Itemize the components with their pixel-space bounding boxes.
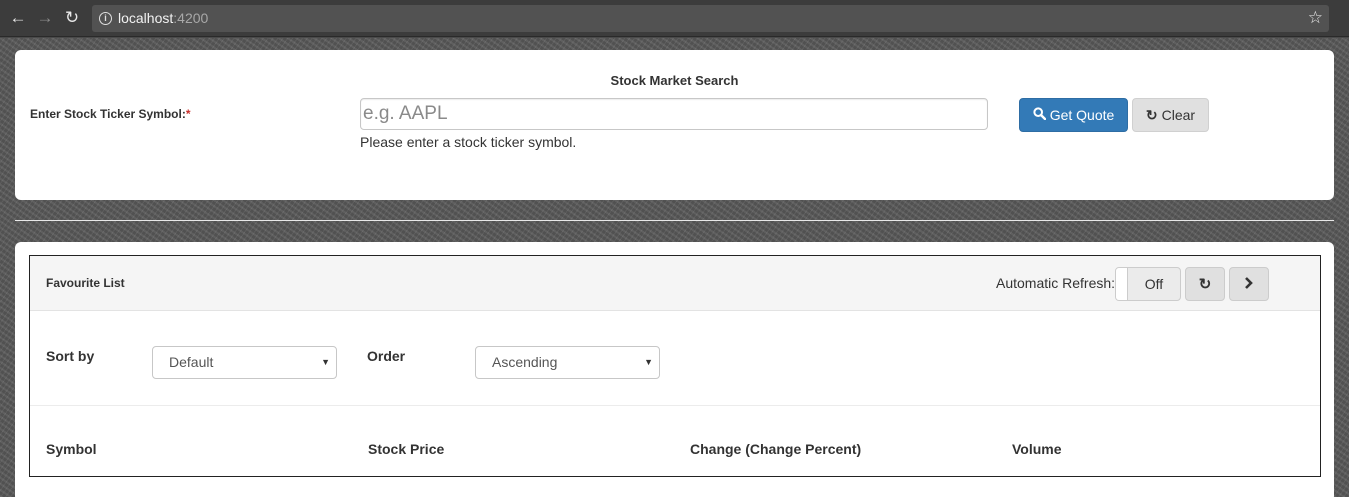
info-icon[interactable]: i bbox=[99, 12, 112, 25]
order-select[interactable]: Ascending ▼ bbox=[475, 346, 660, 379]
favourites-panel: Favourite List Automatic Refresh: Off ↻ … bbox=[15, 242, 1334, 497]
refresh-button[interactable]: ↻ bbox=[1185, 267, 1225, 301]
favourites-title: Favourite List bbox=[46, 276, 125, 290]
divider bbox=[15, 220, 1334, 221]
sort-by-select[interactable]: Default ▼ bbox=[152, 346, 337, 379]
clear-button[interactable]: ↻ Clear bbox=[1132, 98, 1209, 132]
ticker-input[interactable] bbox=[360, 98, 988, 130]
chevron-right-icon bbox=[1244, 276, 1254, 293]
toggle-state: Off bbox=[1144, 276, 1164, 292]
get-quote-label: Get Quote bbox=[1049, 107, 1115, 123]
refresh-icon: ↻ bbox=[1145, 106, 1158, 123]
refresh-icon: ↻ bbox=[1198, 276, 1212, 293]
reload-icon[interactable]: ↻ bbox=[62, 8, 82, 28]
required-mark: * bbox=[185, 107, 191, 121]
get-quote-button[interactable]: Get Quote bbox=[1019, 98, 1128, 132]
forward-arrow-icon[interactable]: → bbox=[35, 8, 55, 28]
browser-toolbar: ← → ↻ i localhost:4200 ☆ bbox=[0, 0, 1349, 37]
column-header-stock-price: Stock Price bbox=[368, 441, 445, 457]
toggle-knob bbox=[1116, 268, 1128, 300]
address-bar[interactable]: i localhost:4200 ☆ bbox=[92, 5, 1329, 32]
caret-down-icon: ▼ bbox=[644, 357, 653, 367]
order-value: Ascending bbox=[492, 354, 558, 370]
back-arrow-icon[interactable]: ← bbox=[8, 8, 28, 28]
column-header-change: Change (Change Percent) bbox=[690, 441, 862, 457]
helper-text: Please enter a stock ticker symbol. bbox=[360, 134, 577, 150]
row-divider bbox=[30, 405, 1320, 406]
clear-label: Clear bbox=[1161, 107, 1196, 123]
favourites-header: Favourite List Automatic Refresh: Off ↻ bbox=[30, 256, 1320, 311]
url-text[interactable]: localhost:4200 bbox=[118, 10, 208, 26]
url-port: :4200 bbox=[173, 10, 209, 26]
auto-refresh-toggle[interactable]: Off bbox=[1115, 267, 1181, 301]
page-title: Stock Market Search bbox=[610, 73, 739, 88]
column-header-symbol: Symbol bbox=[46, 441, 97, 457]
ticker-label-text: Enter Stock Ticker Symbol: bbox=[30, 107, 186, 121]
sort-by-value: Default bbox=[169, 354, 214, 370]
caret-down-icon: ▼ bbox=[321, 357, 330, 367]
auto-refresh-label: Automatic Refresh: bbox=[996, 275, 1116, 291]
search-panel: Stock Market Search Enter Stock Ticker S… bbox=[15, 50, 1334, 200]
url-host: localhost bbox=[118, 10, 174, 26]
ticker-label: Enter Stock Ticker Symbol:* bbox=[30, 107, 191, 121]
search-icon bbox=[1033, 107, 1046, 123]
bookmark-star-icon[interactable]: ☆ bbox=[1308, 8, 1323, 28]
order-label: Order bbox=[367, 348, 406, 364]
next-button[interactable] bbox=[1229, 267, 1269, 301]
favourites-box: Favourite List Automatic Refresh: Off ↻ … bbox=[29, 255, 1321, 477]
column-header-volume: Volume bbox=[1012, 441, 1062, 457]
sort-by-label: Sort by bbox=[46, 348, 95, 364]
